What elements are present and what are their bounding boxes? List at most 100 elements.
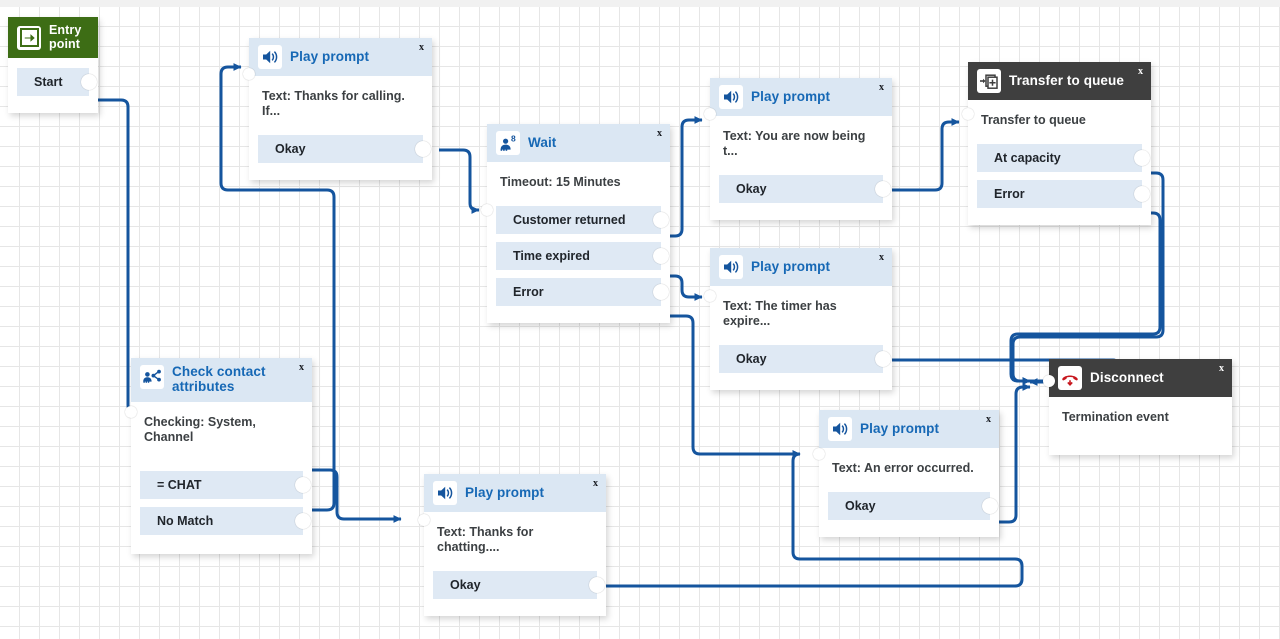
close-icon[interactable]: x <box>299 363 304 373</box>
output-port[interactable] <box>589 577 605 593</box>
branch-error[interactable]: Error <box>977 180 1150 208</box>
close-icon[interactable]: x <box>657 129 662 139</box>
node-branches: Start <box>8 68 98 113</box>
input-port[interactable] <box>962 108 974 120</box>
output-port[interactable] <box>875 181 891 197</box>
node-play-prompt-being-transferred[interactable]: Play prompt x Text: You are now being t.… <box>704 78 892 220</box>
branch-label: At capacity <box>994 151 1061 165</box>
close-icon[interactable]: x <box>593 479 598 489</box>
node-header: Entry point <box>8 17 98 58</box>
branch-customer-returned[interactable]: Customer returned <box>496 206 669 234</box>
node-branches: Okay <box>424 571 606 616</box>
branch-label: Okay <box>845 499 876 513</box>
node-body-spacer <box>424 561 606 571</box>
output-port[interactable] <box>295 477 311 493</box>
speaker-icon <box>828 417 852 441</box>
node-description: Text: An error occurred. <box>832 461 974 475</box>
close-icon[interactable]: x <box>1219 364 1224 374</box>
output-port[interactable] <box>653 284 669 300</box>
transfer-queue-icon <box>977 69 1001 93</box>
node-header: Check contact attributes x <box>125 358 312 418</box>
node-play-prompt-error-occurred[interactable]: Play prompt x Text: An error occurred. O… <box>813 410 999 537</box>
input-port[interactable] <box>704 290 716 302</box>
branch-okay[interactable]: Okay <box>433 571 605 599</box>
node-play-prompt-thanks-calling[interactable]: Play prompt x Text: Thanks for calling. … <box>243 38 432 180</box>
node-header: 8 Wait x <box>481 124 670 216</box>
input-port[interactable] <box>1043 375 1055 387</box>
input-port[interactable] <box>813 448 825 460</box>
output-port[interactable] <box>875 351 891 367</box>
output-port[interactable] <box>295 513 311 529</box>
branch-no-match[interactable]: No Match <box>140 507 311 535</box>
flow-canvas[interactable]: Entry point Start Play prompt x Text: Th… <box>0 0 1280 639</box>
branch-okay[interactable]: Okay <box>828 492 998 520</box>
branch-label: Okay <box>450 578 481 592</box>
node-title: Play prompt <box>751 88 831 104</box>
output-port[interactable] <box>982 498 998 514</box>
node-body-spacer <box>487 196 670 206</box>
branch-okay[interactable]: Okay <box>719 345 891 373</box>
branch-at-capacity[interactable]: At capacity <box>977 144 1150 172</box>
output-port[interactable] <box>81 74 97 90</box>
node-disconnect[interactable]: Disconnect x Termination event <box>1043 359 1232 455</box>
node-check-contact-attributes[interactable]: Check contact attributes x Checking: Sys… <box>125 358 312 554</box>
node-wait[interactable]: 8 Wait x Timeout: 15 Minutes Customer re… <box>481 124 670 323</box>
node-title: Entry point <box>49 23 82 51</box>
close-icon[interactable]: x <box>879 83 884 93</box>
node-play-prompt-thanks-chatting[interactable]: Play prompt x Text: Thanks for chatting.… <box>418 474 606 616</box>
speaker-icon <box>719 255 743 279</box>
output-port[interactable] <box>653 212 669 228</box>
input-port[interactable] <box>243 68 255 80</box>
branch-okay[interactable]: Okay <box>719 175 891 203</box>
svg-text:8: 8 <box>511 133 516 143</box>
node-branches: = CHAT No Match <box>131 471 312 554</box>
speaker-icon <box>719 85 743 109</box>
input-port[interactable] <box>418 514 430 526</box>
branch-attributes-icon <box>140 365 164 389</box>
branch-label: Start <box>34 75 63 89</box>
output-port[interactable] <box>1134 186 1150 202</box>
output-port[interactable] <box>653 248 669 264</box>
node-header: Play prompt x <box>418 474 606 526</box>
branch-label: Time expired <box>513 249 590 263</box>
input-port[interactable] <box>704 108 716 120</box>
node-title: Play prompt <box>465 484 545 500</box>
customer-wait-icon: 8 <box>496 131 520 155</box>
close-icon[interactable]: x <box>986 415 991 425</box>
entry-arrow-icon <box>17 25 41 50</box>
node-body-spacer <box>131 451 312 471</box>
node-header: Play prompt x <box>813 410 999 460</box>
node-description: Text: The timer has expire... <box>723 299 837 328</box>
node-entry-point[interactable]: Entry point Start <box>8 17 98 113</box>
node-branches: Customer returned Time expired Error <box>487 206 670 323</box>
canvas-top-band <box>0 0 1280 7</box>
node-header: Play prompt x <box>704 248 892 302</box>
node-description: Text: Thanks for calling. If... <box>262 89 405 118</box>
node-branches: Okay <box>710 345 892 390</box>
hangup-phone-icon <box>1058 366 1082 390</box>
branch-equals-chat[interactable]: = CHAT <box>140 471 311 499</box>
branch-label: Okay <box>736 182 767 196</box>
branch-okay[interactable]: Okay <box>258 135 431 163</box>
input-port[interactable] <box>481 204 493 216</box>
speaker-icon <box>433 481 457 505</box>
speaker-icon <box>258 45 282 69</box>
branch-time-expired[interactable]: Time expired <box>496 242 669 270</box>
close-icon[interactable]: x <box>419 43 424 53</box>
branch-error[interactable]: Error <box>496 278 669 306</box>
close-icon[interactable]: x <box>1138 67 1143 77</box>
output-port[interactable] <box>1134 150 1150 166</box>
input-port[interactable] <box>125 406 137 418</box>
branch-start[interactable]: Start <box>17 68 97 96</box>
node-description: Text: You are now being t... <box>723 129 866 158</box>
node-body-spacer <box>8 58 98 68</box>
node-title: Wait <box>528 134 557 150</box>
close-icon[interactable]: x <box>879 253 884 263</box>
node-header: Play prompt x <box>704 78 892 120</box>
node-description: Termination event <box>1062 410 1169 424</box>
branch-label: Error <box>513 285 544 299</box>
node-transfer-to-queue[interactable]: Transfer to queue x Transfer to queue At… <box>962 62 1151 225</box>
output-port[interactable] <box>415 141 431 157</box>
node-description: Transfer to queue <box>981 113 1086 127</box>
node-play-prompt-timer-expired[interactable]: Play prompt x Text: The timer has expire… <box>704 248 892 390</box>
